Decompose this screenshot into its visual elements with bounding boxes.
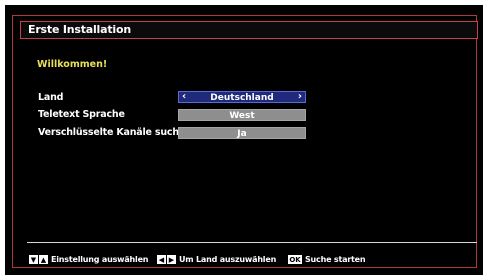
teletext-selector[interactable]: West [178,109,306,121]
hint-select-setting-text: Einstellung auswählen [51,255,149,264]
encrypted-selector[interactable]: Ja [178,127,306,139]
chevron-right-icon[interactable]: › [298,91,302,103]
hint-select-country-text: Um Land auszuwählen [179,255,277,264]
ok-key-icon: OK [288,255,302,264]
setting-label-land: Land [38,92,64,103]
arrow-right-icon: ▶ [167,255,176,264]
footer-divider [27,242,477,243]
land-value: Deutschland [210,93,274,103]
encrypted-value: Ja [237,129,247,139]
arrow-down-icon: ▼ [29,255,38,264]
arrow-up-icon: ▲ [39,255,48,264]
setting-label-encrypted: Verschlüsselte Kanäle suchen [38,127,192,138]
chevron-left-icon[interactable]: ‹ [182,91,186,103]
land-selector[interactable]: ‹ Deutschland › [178,91,306,103]
teletext-value: West [229,111,255,121]
hint-start-search-text: Suche starten [305,255,366,264]
setting-label-teletext: Teletext Sprache [38,109,125,120]
title-bar: Erste Installation [20,21,478,39]
hint-select-country: ◀ ▶ Um Land auszuwählen [157,254,276,265]
hint-start-search: OK Suche starten [288,254,366,265]
hint-select-setting: ▼ ▲ Einstellung auswählen [29,254,149,265]
page-title: Erste Installation [28,23,131,36]
arrow-left-icon: ◀ [157,255,166,264]
menu-frame [12,15,477,268]
welcome-message: Willkommen! [37,59,108,70]
